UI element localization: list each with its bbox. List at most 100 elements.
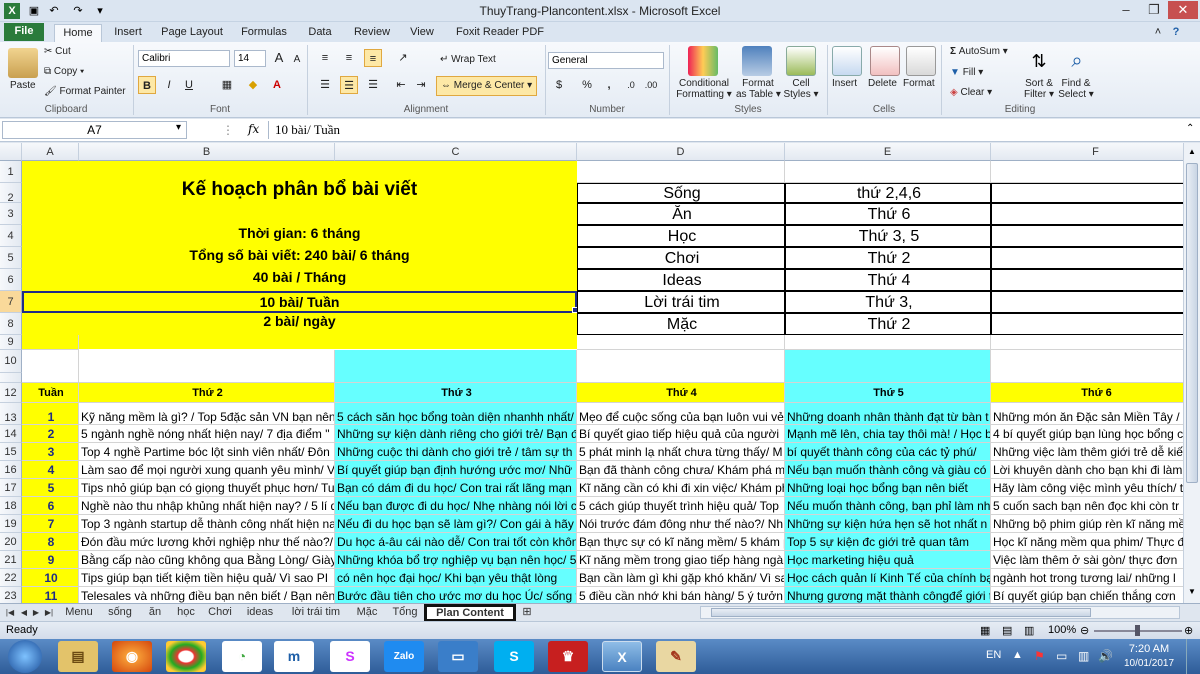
schedule-day[interactable]: Thứ 2 <box>785 313 991 335</box>
schedule-topic[interactable]: Lời trái tim <box>577 291 785 313</box>
table-cell[interactable]: Nếu bạn muốn thành công và giàu có <box>785 461 991 479</box>
row-header[interactable]: 5 <box>0 247 22 269</box>
schedule-day[interactable]: Thứ 2 <box>785 247 991 269</box>
clear-button[interactable]: ◈ Clear ▾ <box>950 87 992 98</box>
table-cell[interactable]: Nếu muốn thành công, bạn phỉ làm nh <box>785 497 991 515</box>
table-cell[interactable]: Bạn có dám đi du học/ Con trai rất lãng … <box>335 479 577 497</box>
cell[interactable] <box>991 313 1183 335</box>
table-cell[interactable]: Đón đầu mức lương khởi nghiệp như thế nà… <box>79 533 335 551</box>
plan-per-day[interactable]: 2 bài/ ngày <box>22 313 577 329</box>
formula-input[interactable]: 10 bài/ Tuần <box>268 121 1184 139</box>
name-box[interactable]: A7 <box>2 121 187 139</box>
excel-taskbar-icon[interactable]: X <box>602 641 642 672</box>
format-as-table-button[interactable]: Format as Table ▾ <box>736 78 781 100</box>
table-cell[interactable]: Nếu đi du học bạn sẽ làm gì?/ Con gái à … <box>335 515 577 533</box>
table-cell[interactable]: Bạn cần làm gì khi gặp khó khăn/ Vì sa <box>577 569 785 587</box>
table-cell[interactable]: Những bộ phim giúp rèn kĩ năng mề <box>991 515 1183 533</box>
orientation-icon[interactable]: ↗ <box>394 49 412 67</box>
table-cell[interactable]: Học marketing hiệu quả <box>785 551 991 569</box>
find-select-button[interactable]: Find & Select ▾ <box>1056 78 1096 100</box>
borders-icon[interactable]: ▦ <box>218 76 236 94</box>
cell[interactable] <box>785 161 991 183</box>
sheet-tab-loi-trai-tim[interactable]: lời trái tim <box>286 605 346 621</box>
horizontal-scrollbar[interactable] <box>700 606 1180 619</box>
row-header[interactable]: 12 <box>0 383 22 403</box>
delete-cells-icon[interactable] <box>870 46 900 76</box>
scroll-thumb[interactable] <box>1186 163 1198 483</box>
copy-button[interactable]: ⧉ Copy ▾ <box>44 66 84 77</box>
wrap-text-button[interactable]: ↵ Wrap Text <box>440 54 496 65</box>
table-cell[interactable]: Hãy làm công việc mình yêu thích/ t <box>991 479 1183 497</box>
percent-icon[interactable]: % <box>578 76 596 94</box>
cell[interactable] <box>991 269 1183 291</box>
name-box-dropdown-icon[interactable]: ▾ <box>176 122 181 133</box>
fill-color-icon[interactable]: ◆ <box>244 76 262 94</box>
table-cell[interactable]: Việc làm thêm ở sài gòn/ thực đơn <box>991 551 1183 569</box>
sort-filter-icon[interactable]: ⇅ <box>1024 46 1054 76</box>
align-top-icon[interactable]: ≡ <box>316 49 334 67</box>
paste-button[interactable]: Paste <box>10 80 36 91</box>
shrink-font-icon[interactable]: A <box>288 51 306 69</box>
close-icon[interactable]: ✕ <box>1168 1 1198 19</box>
schedule-day[interactable]: Thứ 3, <box>785 291 991 313</box>
insert-function-button[interactable]: fx <box>248 122 259 136</box>
table-cell[interactable]: Mạnh mẽ lên, chia tay thôi mà! / Học b <box>785 425 991 443</box>
scroll-down-icon[interactable]: ▼ <box>1185 585 1199 599</box>
format-painter-button[interactable]: 🖌 Format Painter <box>44 86 126 97</box>
week-number-cell[interactable]: 10 <box>22 569 79 587</box>
row-header[interactable]: 1 <box>0 161 22 183</box>
help-icon[interactable]: ? <box>1168 24 1184 42</box>
row-header[interactable]: 18 <box>0 497 22 515</box>
show-desktop-button[interactable] <box>1186 639 1200 674</box>
cell[interactable] <box>991 183 1183 203</box>
sheet-tab-mac[interactable]: Mặc <box>352 605 382 621</box>
table-header[interactable]: Thứ 4 <box>577 383 785 403</box>
format-cells-icon[interactable] <box>906 46 936 76</box>
table-header[interactable]: Thứ 3 <box>335 383 577 403</box>
week-number-cell[interactable]: 1 <box>22 403 79 425</box>
align-center-icon[interactable]: ☰ <box>340 76 358 94</box>
cell[interactable] <box>991 247 1183 269</box>
monitor-icon[interactable]: ▭ <box>1056 649 1067 663</box>
tab-foxit[interactable]: Foxit Reader PDF <box>450 24 550 42</box>
tab-file[interactable]: File <box>4 23 44 41</box>
table-cell[interactable]: Tips giúp bạn tiết kiệm tiền hiệu quả/ V… <box>79 569 335 587</box>
decrease-decimal-icon[interactable]: .00 <box>642 76 660 94</box>
table-cell[interactable]: Bước đầu tiên cho ước mơ du học Úc/ sống… <box>335 587 577 603</box>
sheet-tab-ideas[interactable]: ideas <box>242 605 278 621</box>
table-cell[interactable]: 4 bí quyết giúp bạn lùng học bổng c <box>991 425 1183 443</box>
font-color-icon[interactable]: A <box>268 76 286 94</box>
worksheet-grid[interactable]: A B C D E F 1 2 3 4 5 6 7 8 9 10 12 13 1… <box>0 143 1183 603</box>
paint-icon[interactable]: ✎ <box>656 641 696 672</box>
zalo-icon[interactable]: Zalo <box>384 641 424 672</box>
cell[interactable] <box>991 335 1183 350</box>
zoom-slider-thumb[interactable] <box>1135 625 1140 636</box>
last-sheet-icon[interactable]: ▶| <box>42 605 56 621</box>
row-header[interactable]: 14 <box>0 425 22 443</box>
schedule-topic[interactable]: Học <box>577 225 785 247</box>
row-header[interactable]: 9 <box>0 335 22 350</box>
row-header[interactable]: 3 <box>0 203 22 225</box>
table-cell[interactable]: Học kĩ năng mềm qua phim/ Thực đ <box>991 533 1183 551</box>
bold-button[interactable]: B <box>138 76 156 94</box>
align-left-icon[interactable]: ☰ <box>316 76 334 94</box>
table-cell[interactable]: Nghề nào thu nhập khủng nhất hiện nay? /… <box>79 497 335 515</box>
table-cell[interactable]: Những cuộc thi dành cho giới trẻ / tâm s… <box>335 443 577 461</box>
week-number-cell[interactable]: 5 <box>22 479 79 497</box>
week-number-cell[interactable]: 7 <box>22 515 79 533</box>
italic-button[interactable]: I <box>160 76 178 94</box>
plan-title[interactable]: Kế hoạch phân bổ bài viết <box>22 179 577 201</box>
new-sheet-icon[interactable]: ⊞ <box>520 605 534 621</box>
chrome-icon[interactable] <box>166 641 206 672</box>
table-cell[interactable]: Những khóa bổ trợ nghiệp vụ bạn nên học/… <box>335 551 577 569</box>
cell[interactable] <box>22 350 79 383</box>
table-cell[interactable]: Những việc làm thêm giới trẻ dễ kiế <box>991 443 1183 461</box>
table-cell[interactable]: Lời khuyên dành cho bạn khi đi làm <box>991 461 1183 479</box>
row-header[interactable]: 16 <box>0 461 22 479</box>
increase-indent-icon[interactable]: ⇥ <box>412 76 430 94</box>
network-icon[interactable]: ▥ <box>1078 649 1089 663</box>
column-header-d[interactable]: D <box>577 143 785 161</box>
file-explorer-icon[interactable]: ▤ <box>58 641 98 672</box>
column-header-f[interactable]: F <box>991 143 1183 161</box>
table-cell[interactable]: Telesales và những điều bạn nên biết / B… <box>79 587 335 603</box>
